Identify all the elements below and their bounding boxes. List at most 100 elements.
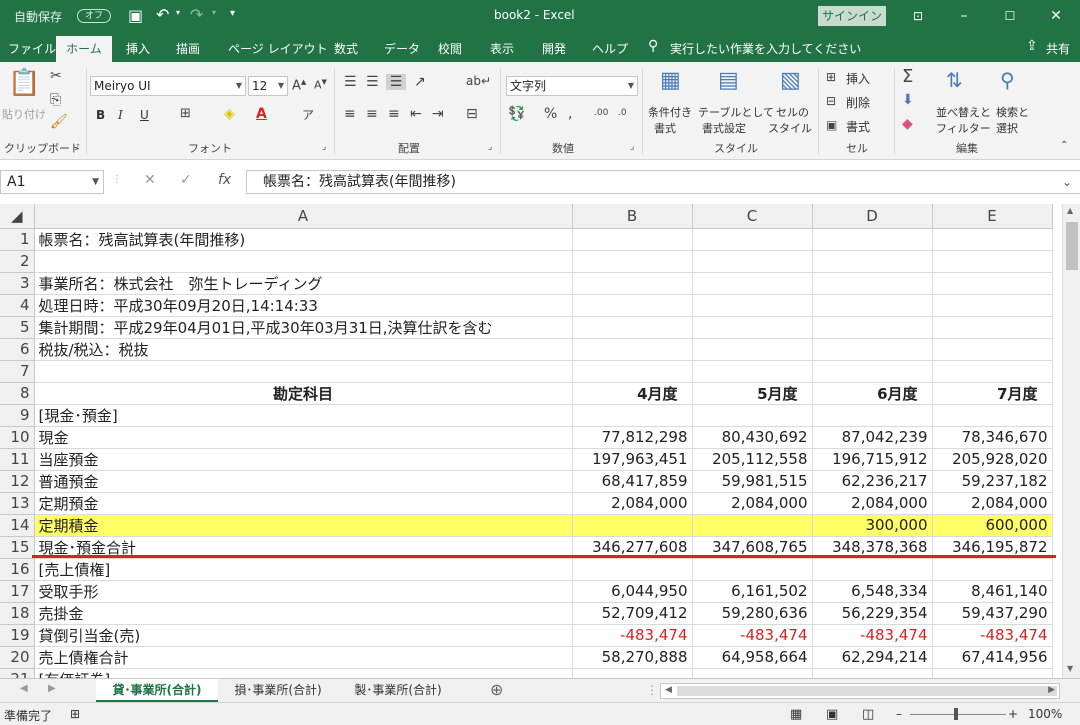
clear-icon[interactable]: ◆ (902, 116, 913, 132)
column-header-d[interactable]: D (812, 204, 933, 229)
cell-d8[interactable]: 6月度 (812, 382, 933, 405)
vertical-scrollbar[interactable]: ▲ ▼ (1062, 204, 1080, 678)
close-icon[interactable]: ✕ (1046, 6, 1066, 26)
cell-styles-icon[interactable]: ▧ (780, 68, 801, 93)
cell-c13[interactable]: 2,084,000 (692, 492, 813, 515)
cut-icon[interactable]: ✂ (50, 68, 62, 84)
autosum-icon[interactable]: Σ (902, 66, 913, 87)
conditional-formatting-label-2[interactable]: 書式 (654, 120, 676, 136)
row-header[interactable]: 12 (0, 470, 35, 493)
row-header[interactable]: 10 (0, 426, 35, 449)
normal-view-icon[interactable]: ▦ (790, 707, 802, 722)
worksheet-grid[interactable]: ◢ A B C D E 1 帳票名：残高試算表(年間推移) 2 3 事業所名：株式会社 … (0, 204, 1062, 678)
cell-e3[interactable] (932, 272, 1053, 295)
horizontal-scroll-thumb[interactable] (677, 686, 1057, 696)
cell-e18[interactable]: 59,437,290 (932, 602, 1053, 625)
cell-a11[interactable]: 当座預金 (34, 448, 573, 471)
increase-decimal-icon[interactable]: .00 (594, 108, 608, 118)
phonetic-guide-icon[interactable]: ア (302, 106, 314, 123)
cell-c1[interactable] (692, 228, 813, 251)
align-left-icon[interactable]: ≡ (344, 106, 356, 122)
cell-styles-label-2[interactable]: スタイル (768, 120, 812, 136)
cell-b12[interactable]: 68,417,859 (572, 470, 693, 493)
row-header[interactable]: 5 (0, 316, 35, 339)
decrease-decimal-icon[interactable]: .0 (618, 108, 627, 118)
cell-e13[interactable]: 2,084,000 (932, 492, 1053, 515)
tell-me-search[interactable]: 実行したい作業を入力してください (670, 40, 861, 57)
cell-d5[interactable] (812, 316, 933, 339)
paste-icon[interactable]: 📋 (8, 68, 40, 98)
zoom-slider[interactable] (910, 714, 1006, 715)
italic-button[interactable]: I (118, 108, 123, 122)
cell-b9[interactable] (572, 404, 693, 427)
cell-b16[interactable] (572, 558, 693, 581)
cell-c6[interactable] (692, 338, 813, 361)
format-as-table-label-1[interactable]: テーブルとして (698, 104, 774, 120)
row-header[interactable]: 1 (0, 228, 35, 251)
row-header[interactable]: 18 (0, 602, 35, 625)
cell-d4[interactable] (812, 294, 933, 317)
tab-split-handle-icon[interactable]: ⋮ (646, 683, 658, 697)
insert-cells-icon[interactable]: ⊞ (826, 70, 836, 84)
wrap-text-icon[interactable]: ab↵ (466, 74, 491, 88)
font-color-icon[interactable]: A (256, 106, 267, 122)
vertical-scroll-thumb[interactable] (1066, 222, 1078, 270)
percent-style-icon[interactable]: % (544, 106, 557, 122)
cell-c8[interactable]: 5月度 (692, 382, 813, 405)
cell-a7[interactable] (34, 360, 573, 383)
horizontal-scrollbar[interactable]: ◀ ▶ (660, 683, 1060, 699)
cell-e17[interactable]: 8,461,140 (932, 580, 1053, 603)
align-right-icon[interactable]: ≡ (388, 106, 400, 122)
tab-formulas[interactable]: 数式 (334, 40, 358, 57)
zoom-level[interactable]: 100% (1028, 707, 1062, 721)
tab-insert[interactable]: 挿入 (126, 40, 150, 57)
cell-d2[interactable] (812, 250, 933, 273)
cell-b21[interactable] (572, 668, 693, 678)
sort-filter-icon[interactable]: ⇅ (946, 68, 963, 92)
align-middle-icon[interactable]: ☰ (366, 74, 379, 90)
cell-c11[interactable]: 205,112,558 (692, 448, 813, 471)
redo-dropdown-icon[interactable]: ▾ (212, 8, 216, 17)
cell-d3[interactable] (812, 272, 933, 295)
cell-styles-label-1[interactable]: セルの (776, 104, 809, 120)
cell-b14[interactable] (572, 514, 693, 537)
delete-cells-icon[interactable]: ⊟ (826, 94, 836, 108)
cell-a8[interactable]: 勘定科目 (34, 382, 573, 405)
cell-d20[interactable]: 62,294,214 (812, 646, 933, 669)
row-header[interactable]: 15 (0, 536, 35, 559)
add-sheet-icon[interactable]: ⊕ (490, 680, 503, 699)
font-launcher-icon[interactable]: ⌟ (322, 142, 326, 152)
cell-d7[interactable] (812, 360, 933, 383)
format-as-table-icon[interactable]: ▤ (718, 68, 739, 93)
cell-e16[interactable] (932, 558, 1053, 581)
number-format-select[interactable]: 文字列 ▼ (506, 76, 638, 96)
row-header[interactable]: 14 (0, 514, 35, 537)
cell-c14[interactable] (692, 514, 813, 537)
cell-e12[interactable]: 59,237,182 (932, 470, 1053, 493)
cell-a18[interactable]: 売掛金 (34, 602, 573, 625)
cell-c3[interactable] (692, 272, 813, 295)
cell-e4[interactable] (932, 294, 1053, 317)
prev-sheet-icon[interactable]: ◀ (20, 683, 28, 694)
redo-icon[interactable]: ↷ (190, 5, 203, 24)
row-header[interactable]: 6 (0, 338, 35, 361)
cell-a10[interactable]: 現金 (34, 426, 573, 449)
cell-e9[interactable] (932, 404, 1053, 427)
cell-d19[interactable]: -483,474 (812, 624, 933, 647)
borders-icon[interactable]: ⊞ (180, 106, 191, 121)
cell-a9[interactable]: [現金･預金] (34, 404, 573, 427)
share-icon[interactable]: ⇪ (1026, 38, 1038, 54)
maximize-icon[interactable]: ☐ (1000, 6, 1020, 26)
font-size-select[interactable]: 12 ▼ (248, 76, 288, 96)
cell-a21[interactable]: [有価証券] (34, 668, 573, 678)
save-icon[interactable]: ▣ (128, 6, 143, 25)
undo-dropdown-icon[interactable]: ▾ (176, 8, 180, 17)
cell-a17[interactable]: 受取手形 (34, 580, 573, 603)
align-bottom-icon[interactable]: ☰ (386, 74, 406, 90)
chevron-down-icon[interactable]: ▼ (92, 171, 99, 193)
minimize-icon[interactable]: – (954, 6, 974, 26)
scroll-down-icon[interactable]: ▼ (1067, 664, 1073, 673)
row-header[interactable]: 13 (0, 492, 35, 515)
bold-button[interactable]: B (96, 108, 105, 122)
cell-a20[interactable]: 売上債権合計 (34, 646, 573, 669)
